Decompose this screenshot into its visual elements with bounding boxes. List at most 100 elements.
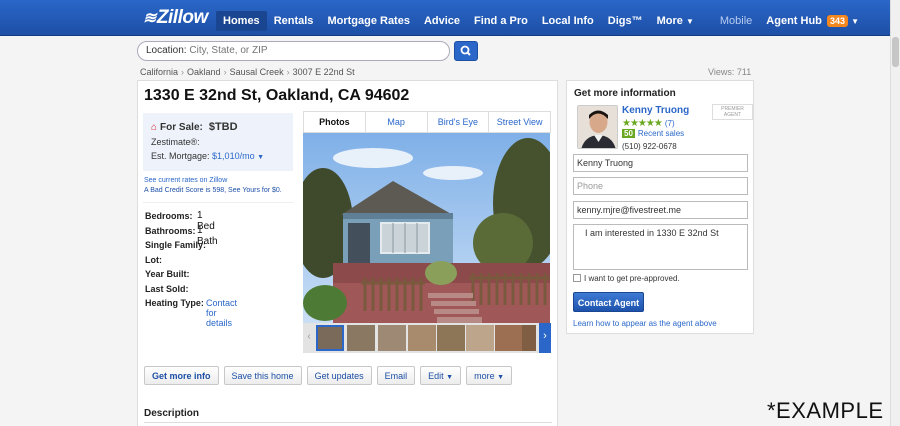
photo-thumbnail[interactable] (347, 325, 375, 351)
credit-score-link[interactable]: A Bad Credit Score is 598, See Yours for… (144, 186, 282, 196)
phone-field[interactable]: Phone (573, 177, 748, 195)
rates-links: See current rates on Zillow A Bad Credit… (144, 176, 282, 196)
chevron-right-icon[interactable]: › (539, 323, 551, 353)
star-rating-icon: ★★★★★ (622, 118, 663, 129)
nav-mobile[interactable]: Mobile (713, 15, 759, 27)
tab-birds-eye[interactable]: Bird's Eye (426, 112, 489, 132)
fact-year-built: Year Built: (145, 269, 206, 284)
listing-price: $TBD (208, 121, 238, 133)
nav-homes[interactable]: Homes (216, 11, 267, 31)
nav-rentals[interactable]: Rentals (267, 15, 321, 27)
for-sale-row: ⌂ For Sale: $TBD (151, 121, 238, 133)
scrollbar-thumb[interactable] (892, 37, 899, 67)
search-icon (460, 45, 471, 56)
nav-links: Homes Rentals Mortgage Rates Advice Find… (216, 11, 866, 31)
tab-map[interactable]: Map (364, 112, 427, 132)
heating-contact-link[interactable]: Contact for details (206, 298, 237, 328)
caret-down-icon: ▼ (497, 374, 505, 381)
contact-panel-title: Get more information (574, 88, 676, 99)
photo-thumbnail[interactable] (408, 325, 436, 351)
agent-portrait-image (578, 106, 617, 148)
tab-street-view[interactable]: Street View (488, 112, 550, 132)
for-sale-label: For Sale: (160, 122, 203, 133)
nav-more[interactable]: More ▼ (650, 15, 701, 27)
fact-key: Last Sold: (145, 283, 189, 294)
get-updates-button[interactable]: Get updates (306, 366, 372, 385)
mortgage-amount: $1,010/mo (212, 151, 255, 161)
more-dropdown-button[interactable]: more ▼ (466, 366, 513, 385)
caret-down-icon: ▼ (257, 154, 265, 161)
fact-key: Year Built: (145, 269, 190, 279)
est-mortgage-value[interactable]: $1,010/mo ▼ (212, 151, 264, 161)
agent-avatar[interactable] (577, 105, 618, 149)
est-mortgage-row: Est. Mortgage: $1,010/mo ▼ (151, 151, 264, 161)
agent-phone: (510) 922-0678 (622, 142, 677, 151)
breadcrumb-separator: › (223, 67, 227, 77)
listing-photo[interactable] (303, 133, 550, 323)
preapproval-label: I want to get pre-approved. (584, 274, 680, 283)
photo-thumbnail[interactable] (437, 325, 465, 351)
fact-key: Bedrooms: (145, 211, 193, 221)
nav-digs[interactable]: Digs™ (601, 15, 650, 27)
fact-key: Single Family: (145, 240, 207, 250)
nav-mortgage-rates[interactable]: Mortgage Rates (320, 15, 417, 27)
recent-sales-label: Recent sales (637, 129, 685, 138)
recent-sales-count: 50 (622, 129, 635, 138)
premier-agent-badge: PREMIER AGENT (712, 104, 753, 120)
current-rates-link[interactable]: See current rates on Zillow (144, 176, 282, 186)
nav-more-label: More (656, 15, 683, 27)
fact-bathrooms: Bathrooms: 1 Bath (145, 225, 218, 247)
photo-thumbnail-strip: ‹ › (303, 323, 551, 353)
review-count: (7) (664, 119, 675, 128)
learn-agent-link[interactable]: Learn how to appear as the agent above (573, 319, 717, 328)
email-button[interactable]: Email (376, 366, 416, 385)
edit-dropdown-button[interactable]: Edit ▼ (420, 366, 462, 385)
photo-thumbnail[interactable] (378, 325, 406, 351)
preapproval-checkbox[interactable] (573, 274, 581, 282)
agent-rating[interactable]: ★★★★★ (7) (622, 118, 675, 129)
breadcrumb-state[interactable]: California (140, 67, 178, 77)
breadcrumb-street[interactable]: 3007 E 22nd St (293, 67, 355, 77)
contact-agent-panel: Get more information Kenny Truong PREMIE… (566, 80, 754, 334)
agent-name-link[interactable]: Kenny Truong (622, 105, 689, 116)
location-search-input[interactable] (189, 45, 420, 56)
photo-thumbnail[interactable] (495, 325, 523, 351)
breadcrumb-neighborhood[interactable]: Sausal Creek (230, 67, 284, 77)
fact-lot: Lot: (145, 255, 206, 270)
chevron-left-icon[interactable]: ‹ (303, 323, 315, 353)
house-icon: ⌂ (151, 122, 158, 133)
zestimate-label: Zestimate®: (151, 137, 200, 147)
nav-local-info[interactable]: Local Info (535, 15, 601, 27)
fact-key: Lot: (145, 254, 162, 265)
breadcrumb: California › Oakland › Sausal Creek › 3007 E 2… (140, 67, 355, 77)
edit-label: Edit (428, 371, 444, 381)
save-home-button[interactable]: Save this home (223, 366, 302, 385)
nav-advice[interactable]: Advice (417, 15, 467, 27)
example-watermark: *EXAMPLE (767, 398, 884, 423)
fact-bedrooms: Bedrooms: 1 Bed (145, 210, 215, 232)
get-more-info-button[interactable]: Get more info (144, 366, 219, 385)
est-mortgage-label: Est. Mortgage: (151, 151, 210, 161)
photo-thumbnail[interactable] (522, 325, 536, 351)
search-button[interactable] (454, 41, 478, 61)
page-scrollbar[interactable] (890, 0, 900, 426)
photo-thumbnail[interactable] (466, 325, 494, 351)
zillow-logo[interactable]: ≋Zillow (143, 7, 208, 29)
nav-agent-hub[interactable]: Agent Hub 343 ▼ (759, 15, 866, 27)
divider (144, 422, 552, 423)
nav-find-a-pro[interactable]: Find a Pro (467, 15, 535, 27)
preapproval-option[interactable]: I want to get pre-approved. (573, 274, 680, 283)
photo-thumbnail[interactable] (316, 325, 344, 351)
caret-down-icon: ▼ (446, 374, 454, 381)
fact-single-family: Single Family: (145, 240, 206, 255)
location-label: Location: (146, 45, 187, 56)
contact-agent-button[interactable]: Contact Agent (573, 292, 644, 312)
recent-sales[interactable]: 50 Recent sales (622, 129, 684, 138)
location-search-box[interactable]: Location: (137, 41, 450, 61)
breadcrumb-city[interactable]: Oakland (187, 67, 221, 77)
email-field[interactable]: kenny.mjre@fivestreet.me (573, 201, 748, 219)
divider (143, 202, 293, 203)
name-field[interactable]: Kenny Truong (573, 154, 748, 172)
message-textarea[interactable]: I am interested in 1330 E 32nd St (573, 224, 748, 270)
tab-photos[interactable]: Photos (304, 112, 365, 132)
